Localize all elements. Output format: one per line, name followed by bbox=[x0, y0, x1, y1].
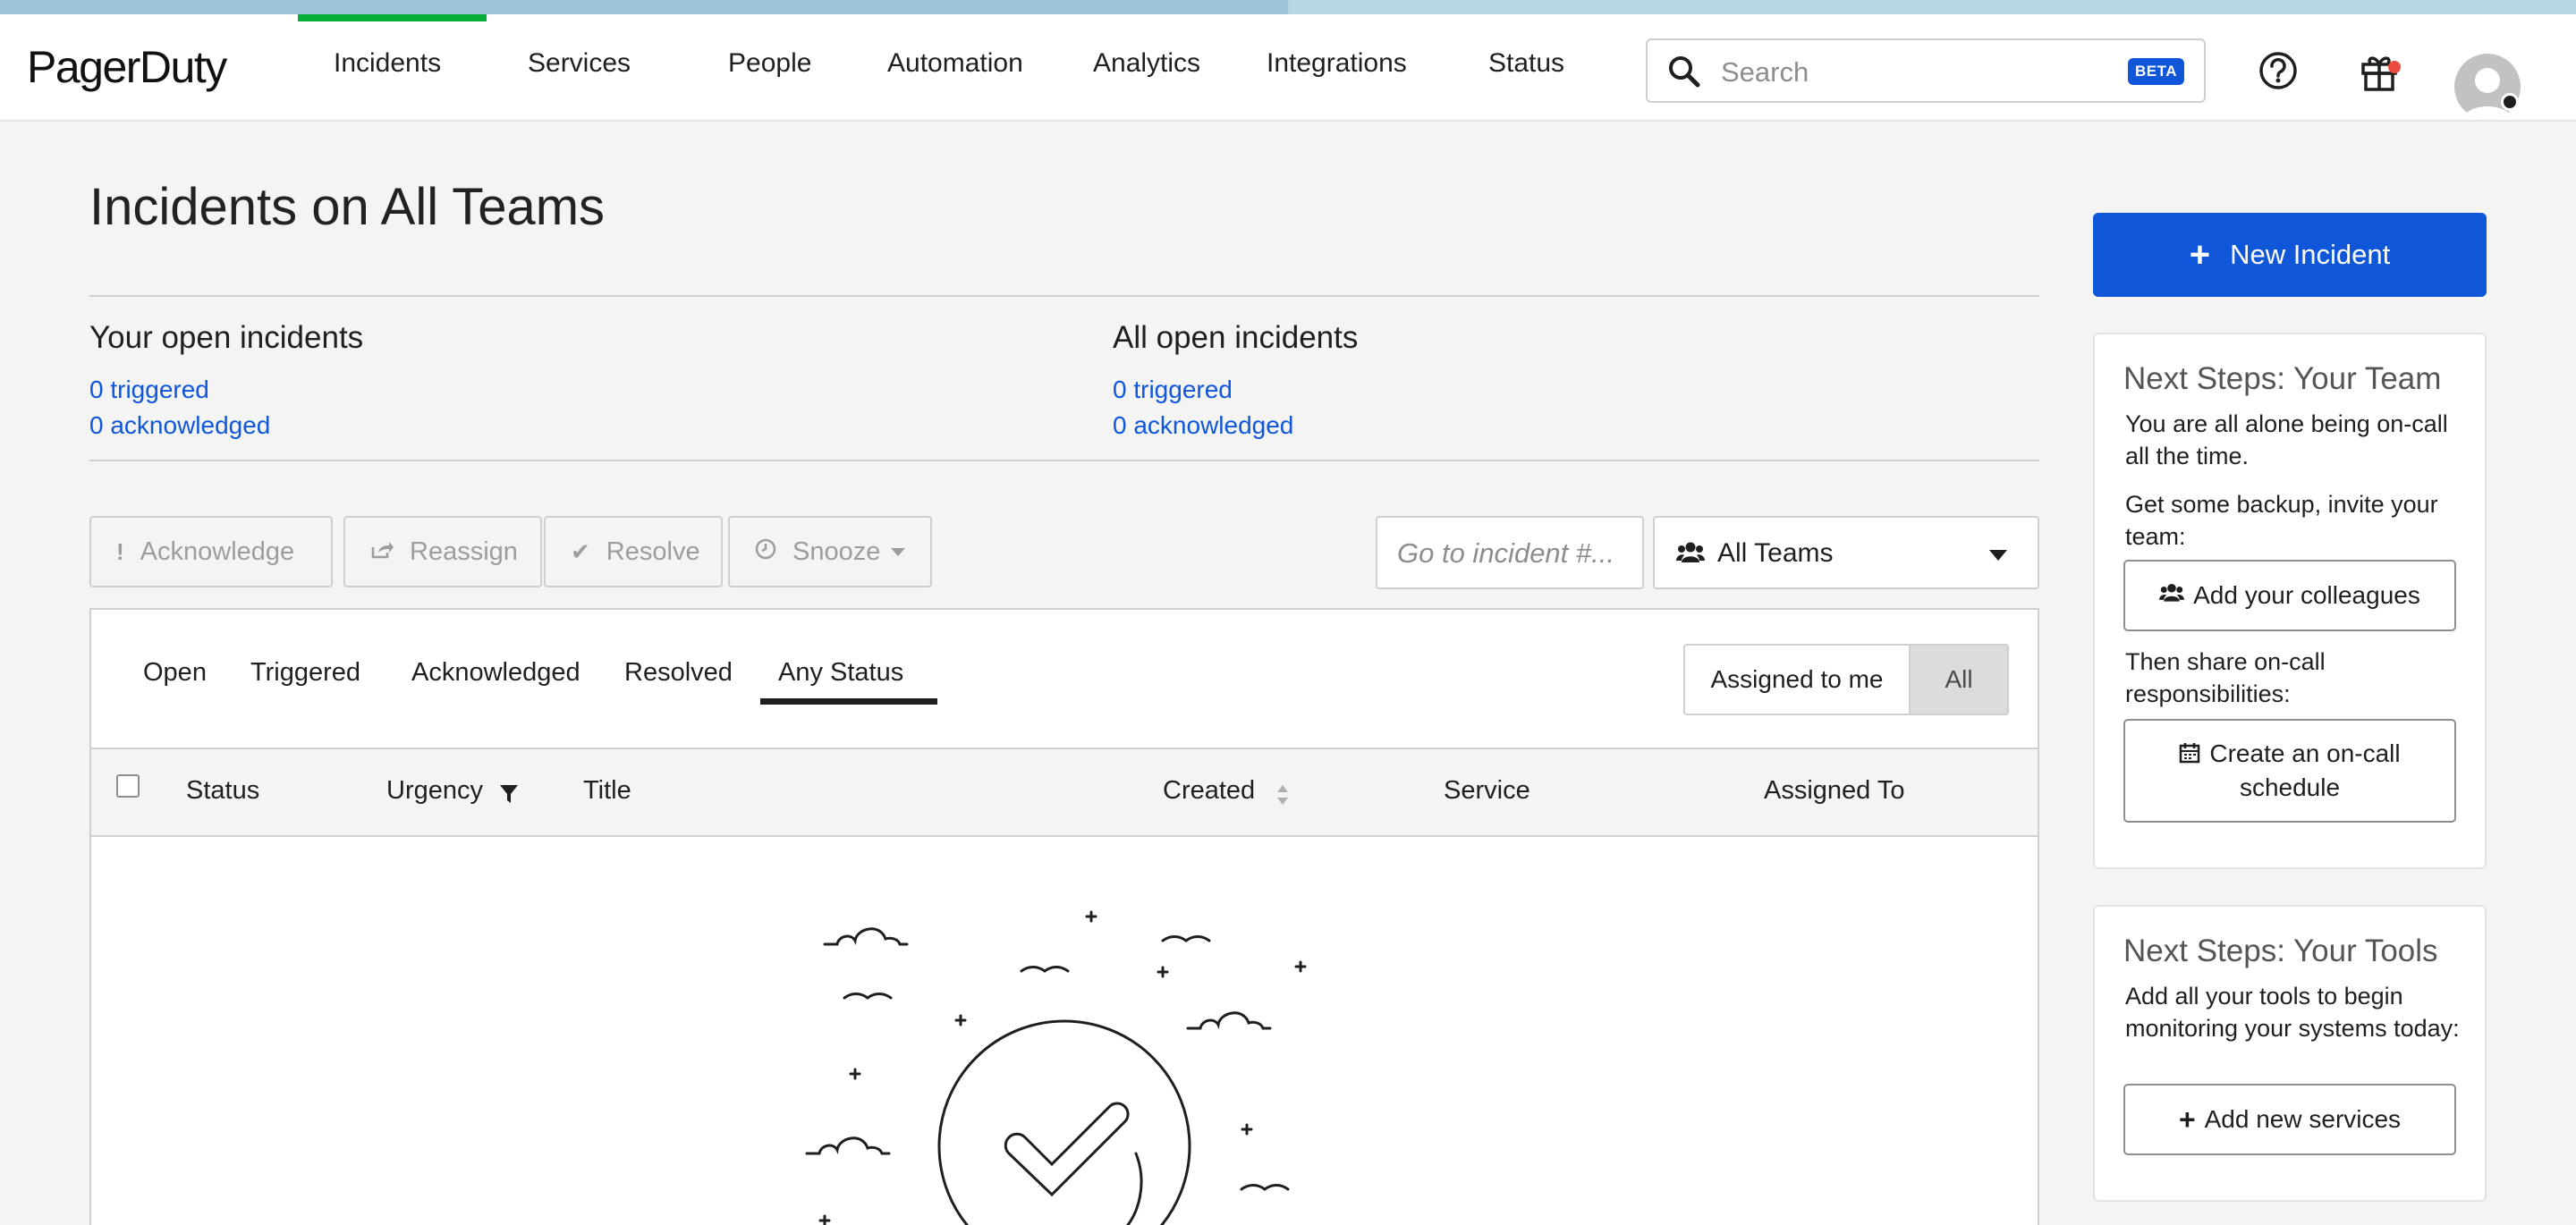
add-colleagues-label: Add your colleagues bbox=[2193, 581, 2420, 609]
check-icon: ✔ bbox=[571, 537, 590, 565]
create-schedule-button[interactable]: Create an on-call schedule bbox=[2123, 719, 2456, 823]
nav-services[interactable]: Services bbox=[528, 48, 631, 79]
top-banner-segment bbox=[1292, 0, 2576, 14]
acknowledge-button[interactable]: ! Acknowledge bbox=[89, 516, 333, 587]
add-colleagues-button[interactable]: Add your colleagues bbox=[2123, 560, 2456, 631]
top-banner-segment bbox=[0, 0, 1288, 14]
tab-resolved[interactable]: Resolved bbox=[624, 658, 733, 688]
plus-icon: + bbox=[2189, 235, 2211, 275]
tools-card-title: Next Steps: Your Tools bbox=[2123, 934, 2438, 968]
nav-integrations[interactable]: Integrations bbox=[1267, 48, 1407, 79]
add-services-label: Add new services bbox=[2204, 1105, 2402, 1133]
column-created[interactable]: Created bbox=[1163, 776, 1255, 806]
divider bbox=[89, 460, 2039, 461]
nav-automation[interactable]: Automation bbox=[887, 48, 1023, 79]
search-placeholder: Search bbox=[1721, 56, 1809, 88]
presence-dot bbox=[2501, 93, 2519, 111]
nav-active-indicator bbox=[298, 14, 487, 21]
team-card-text: Get some backup, invite your team: bbox=[2125, 491, 2438, 550]
notification-dot bbox=[2388, 61, 2401, 73]
team-card-title: Next Steps: Your Team bbox=[2123, 361, 2442, 396]
next-steps-tools-card: Next Steps: Your Tools Add all your tool… bbox=[2093, 905, 2487, 1202]
search-input[interactable]: Search BETA bbox=[1646, 38, 2206, 103]
snooze-label: Snooze bbox=[792, 536, 881, 566]
active-tab-indicator bbox=[760, 698, 937, 705]
exclamation-icon: ! bbox=[116, 537, 124, 565]
chevron-down-icon bbox=[891, 547, 906, 556]
tools-card-text: Add all your tools to begin monitoring y… bbox=[2125, 983, 2460, 1042]
next-steps-team-card: Next Steps: Your Team You are all alone … bbox=[2093, 333, 2487, 869]
help-icon[interactable] bbox=[2258, 50, 2299, 96]
all-acknowledged-link[interactable]: 0 acknowledged bbox=[1113, 411, 1293, 440]
assigned-to-me-toggle[interactable]: Assigned to me bbox=[1683, 644, 1911, 715]
new-incident-button[interactable]: + New Incident bbox=[2093, 213, 2487, 297]
top-navbar: PagerDuty Incidents Services People Auto… bbox=[0, 14, 2576, 122]
sort-icon[interactable] bbox=[1275, 783, 1290, 811]
column-assigned-to[interactable]: Assigned To bbox=[1764, 776, 1904, 806]
search-icon bbox=[1667, 55, 1701, 93]
snooze-button[interactable]: Snooze bbox=[728, 516, 932, 587]
your-open-incidents-title: Your open incidents bbox=[89, 320, 364, 355]
empty-state-illustration bbox=[778, 885, 1333, 1225]
gift-icon[interactable] bbox=[2358, 50, 2401, 97]
filter-icon[interactable] bbox=[499, 783, 519, 809]
resolve-button[interactable]: ✔ Resolve bbox=[544, 516, 723, 587]
select-all-checkbox[interactable] bbox=[116, 774, 140, 798]
team-card-text: Then share on-call responsibilities: bbox=[2125, 648, 2326, 707]
column-urgency[interactable]: Urgency bbox=[386, 776, 483, 806]
column-status[interactable]: Status bbox=[186, 776, 259, 806]
tab-acknowledged[interactable]: Acknowledged bbox=[411, 658, 580, 688]
share-icon bbox=[370, 538, 394, 566]
new-incident-label: New Incident bbox=[2230, 239, 2391, 270]
tab-triggered[interactable]: Triggered bbox=[250, 658, 360, 688]
users-icon bbox=[2159, 579, 2185, 612]
tab-any-status[interactable]: Any Status bbox=[778, 658, 903, 688]
table-header: Status Urgency Title Created Service Ass… bbox=[91, 748, 2038, 837]
column-service[interactable]: Service bbox=[1444, 776, 1530, 806]
team-card-text: You are all alone being on-call all the … bbox=[2125, 410, 2448, 469]
beta-badge: BETA bbox=[2127, 58, 2184, 85]
acknowledge-label: Acknowledge bbox=[140, 536, 295, 566]
assigned-all-toggle[interactable]: All bbox=[1909, 644, 2009, 715]
reassign-button[interactable]: Reassign bbox=[343, 516, 542, 587]
resolve-label: Resolve bbox=[606, 536, 700, 566]
plus-icon: + bbox=[2178, 1103, 2196, 1136]
create-schedule-text: Create an on-call schedule bbox=[2209, 739, 2401, 801]
your-acknowledged-link[interactable]: 0 acknowledged bbox=[89, 411, 270, 440]
team-select[interactable]: All Teams bbox=[1653, 516, 2039, 589]
page-title: Incidents on All Teams bbox=[89, 178, 606, 236]
goto-incident-input[interactable]: Go to incident #... bbox=[1376, 516, 1644, 589]
users-icon bbox=[1676, 541, 1705, 571]
divider bbox=[89, 295, 2039, 297]
all-open-incidents-title: All open incidents bbox=[1113, 320, 1359, 355]
tab-open[interactable]: Open bbox=[143, 658, 207, 688]
your-triggered-link[interactable]: 0 triggered bbox=[89, 376, 209, 404]
nav-status[interactable]: Status bbox=[1488, 48, 1564, 79]
clock-icon bbox=[755, 538, 776, 566]
top-banner-strip bbox=[0, 0, 2576, 14]
all-triggered-link[interactable]: 0 triggered bbox=[1113, 376, 1233, 404]
create-schedule-label: Create an on-call schedule bbox=[2152, 738, 2428, 804]
reassign-label: Reassign bbox=[410, 536, 518, 566]
add-services-button[interactable]: + Add new services bbox=[2123, 1084, 2456, 1155]
caret-down-icon bbox=[1989, 550, 2007, 561]
nav-incidents[interactable]: Incidents bbox=[334, 48, 441, 79]
calendar-icon bbox=[2179, 739, 2200, 772]
pagerduty-logo[interactable]: PagerDuty bbox=[27, 41, 227, 93]
nav-people[interactable]: People bbox=[728, 48, 811, 79]
team-select-value: All Teams bbox=[1717, 538, 1834, 568]
nav-analytics[interactable]: Analytics bbox=[1093, 48, 1200, 79]
column-title[interactable]: Title bbox=[583, 776, 631, 806]
